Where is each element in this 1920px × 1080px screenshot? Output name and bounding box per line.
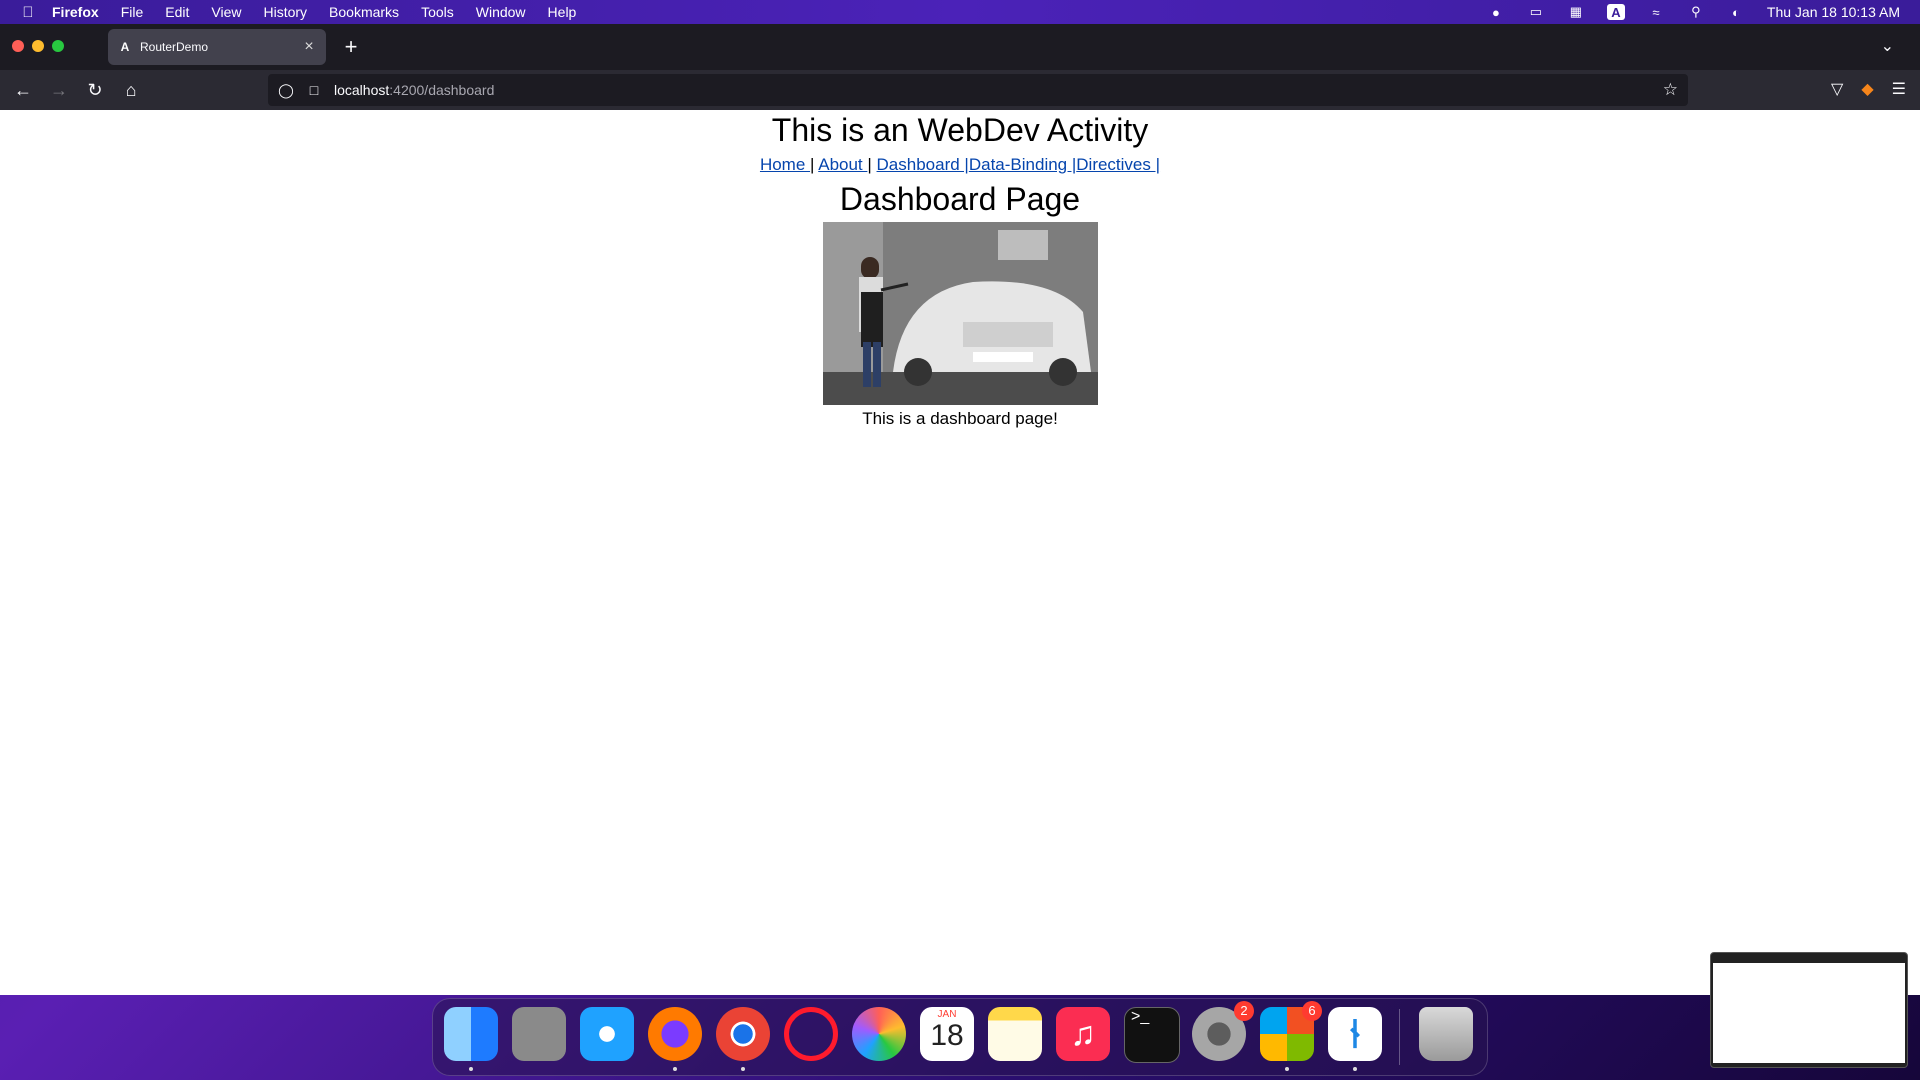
menu-window[interactable]: Window xyxy=(476,4,526,20)
url-bar[interactable]: ◯ □ localhost:4200/dashboard ☆ xyxy=(268,74,1688,106)
input-source-icon[interactable]: A xyxy=(1606,4,1625,20)
display-icon[interactable]: ▭ xyxy=(1527,4,1545,20)
menu-file[interactable]: File xyxy=(121,4,144,20)
nav-link-directives[interactable]: Directives | xyxy=(1076,155,1160,174)
dock-divider xyxy=(1399,1009,1400,1065)
menu-history[interactable]: History xyxy=(263,4,307,20)
music-icon[interactable]: ♫ xyxy=(1056,1007,1110,1061)
launchpad-icon[interactable] xyxy=(512,1007,566,1061)
safari-icon[interactable] xyxy=(580,1007,634,1061)
creative-cloud-icon[interactable]: ● xyxy=(1487,4,1505,20)
tab-title: RouterDemo xyxy=(140,40,209,54)
menu-bar:  Firefox File Edit View History Bookmar… xyxy=(0,0,1920,24)
apple-menu-icon[interactable]:  xyxy=(18,4,38,21)
list-all-tabs-chevron-icon[interactable]: ⌄ xyxy=(1881,36,1894,56)
app-menu-icon[interactable]: ☰ xyxy=(1892,79,1906,99)
car-wash-illustration xyxy=(822,222,1098,405)
page-info-icon[interactable]: □ xyxy=(306,82,322,98)
navigation-toolbar: ← → ↻ ⌂ ◯ □ localhost:4200/dashboard ☆ ▽… xyxy=(0,70,1920,110)
photos-icon[interactable] xyxy=(852,1007,906,1061)
terminal-icon[interactable]: >_ xyxy=(1124,1007,1180,1063)
page-description: This is a dashboard page! xyxy=(862,409,1058,428)
page-subheading: Dashboard Page xyxy=(839,181,1081,217)
nav-link-data-binding[interactable]: Data-Binding | xyxy=(969,155,1076,174)
nav-separator: | xyxy=(810,155,819,174)
grid-icon[interactable]: ▦ xyxy=(1567,4,1585,20)
angular-favicon-icon: A xyxy=(120,40,130,54)
clock[interactable]: Thu Jan 18 10:13 AM xyxy=(1767,4,1900,20)
url-host: localhost xyxy=(334,82,390,98)
chrome-icon[interactable] xyxy=(716,1007,770,1071)
metamask-extension-icon[interactable]: ◆ xyxy=(1861,79,1873,99)
window-controls xyxy=(12,40,64,52)
notification-badge: 6 xyxy=(1302,1001,1322,1021)
menu-view[interactable]: View xyxy=(211,4,241,20)
app-store-icon[interactable]: 6 xyxy=(1260,1001,1322,1071)
running-indicator xyxy=(741,1067,745,1071)
search-icon[interactable]: ⚲ xyxy=(1687,4,1705,20)
back-button[interactable]: ← xyxy=(12,79,34,101)
vscode-icon[interactable]: ⫮ xyxy=(1328,1007,1382,1071)
notes-icon[interactable] xyxy=(988,1007,1042,1061)
calendar-day: 18 xyxy=(930,1019,964,1052)
running-indicator xyxy=(673,1067,677,1071)
page-heading: This is an WebDev Activity xyxy=(771,112,1149,148)
system-settings-icon[interactable]: 2 xyxy=(1192,1001,1254,1061)
reload-button[interactable]: ↻ xyxy=(84,79,106,101)
tracking-shield-icon[interactable]: ◯ xyxy=(276,82,296,99)
bookmark-star-icon[interactable]: ☆ xyxy=(1663,80,1678,100)
site-nav: Home | About | Dashboard |Data-Binding |… xyxy=(0,155,1920,175)
close-tab-icon[interactable]: × xyxy=(300,38,318,56)
nav-link-about[interactable]: About xyxy=(818,155,867,174)
menu-edit[interactable]: Edit xyxy=(165,4,189,20)
tab-bar: A RouterDemo × + ⌄ xyxy=(0,24,1920,70)
running-indicator xyxy=(469,1067,473,1071)
home-button[interactable]: ⌂ xyxy=(120,79,142,101)
control-center-icon[interactable]: ◐ xyxy=(1727,4,1745,20)
status-icons: ● ▭ ▦ A ≈ ⚲ ◐ Thu Jan 18 10:13 AM xyxy=(1487,0,1900,24)
running-indicator xyxy=(1285,1067,1289,1071)
opera-icon[interactable] xyxy=(784,1007,838,1061)
nav-link-home[interactable]: Home xyxy=(760,155,810,174)
wifi-icon[interactable]: ≈ xyxy=(1647,4,1665,20)
finder-icon[interactable] xyxy=(444,1007,498,1071)
toolbar-right: ▽ ◆ ☰ xyxy=(1831,79,1906,99)
running-indicator xyxy=(1353,1067,1357,1071)
thumbnail-preview xyxy=(1713,963,1905,1063)
trash-icon[interactable] xyxy=(1419,1007,1473,1061)
forward-button[interactable]: → xyxy=(48,79,70,101)
screenshot-thumbnail[interactable] xyxy=(1710,952,1908,1068)
page-viewport: This is an WebDev Activity Home | About … xyxy=(0,110,1920,995)
url-path: :4200/dashboard xyxy=(389,82,495,98)
menu-help[interactable]: Help xyxy=(548,4,577,20)
calendar-icon[interactable]: JAN 18 xyxy=(920,1007,974,1061)
pocket-icon[interactable]: ▽ xyxy=(1831,79,1843,99)
menu-tools[interactable]: Tools xyxy=(421,4,454,20)
nav-separator: | xyxy=(867,155,877,174)
minimize-window-button[interactable] xyxy=(32,40,44,52)
menu-app-name[interactable]: Firefox xyxy=(52,4,99,20)
new-tab-button[interactable]: + xyxy=(340,36,362,58)
menu-bookmarks[interactable]: Bookmarks xyxy=(329,4,399,20)
car-wash-image xyxy=(822,222,1098,405)
zoom-window-button[interactable] xyxy=(52,40,64,52)
close-window-button[interactable] xyxy=(12,40,24,52)
dock: JAN 18 ♫ >_ 2 6 ⫮ xyxy=(432,998,1488,1076)
firefox-icon[interactable] xyxy=(648,1007,702,1071)
nav-link-dashboard[interactable]: Dashboard | xyxy=(877,155,969,174)
tab-routerdemo[interactable]: A RouterDemo × xyxy=(108,29,326,65)
notification-badge: 2 xyxy=(1234,1001,1254,1021)
